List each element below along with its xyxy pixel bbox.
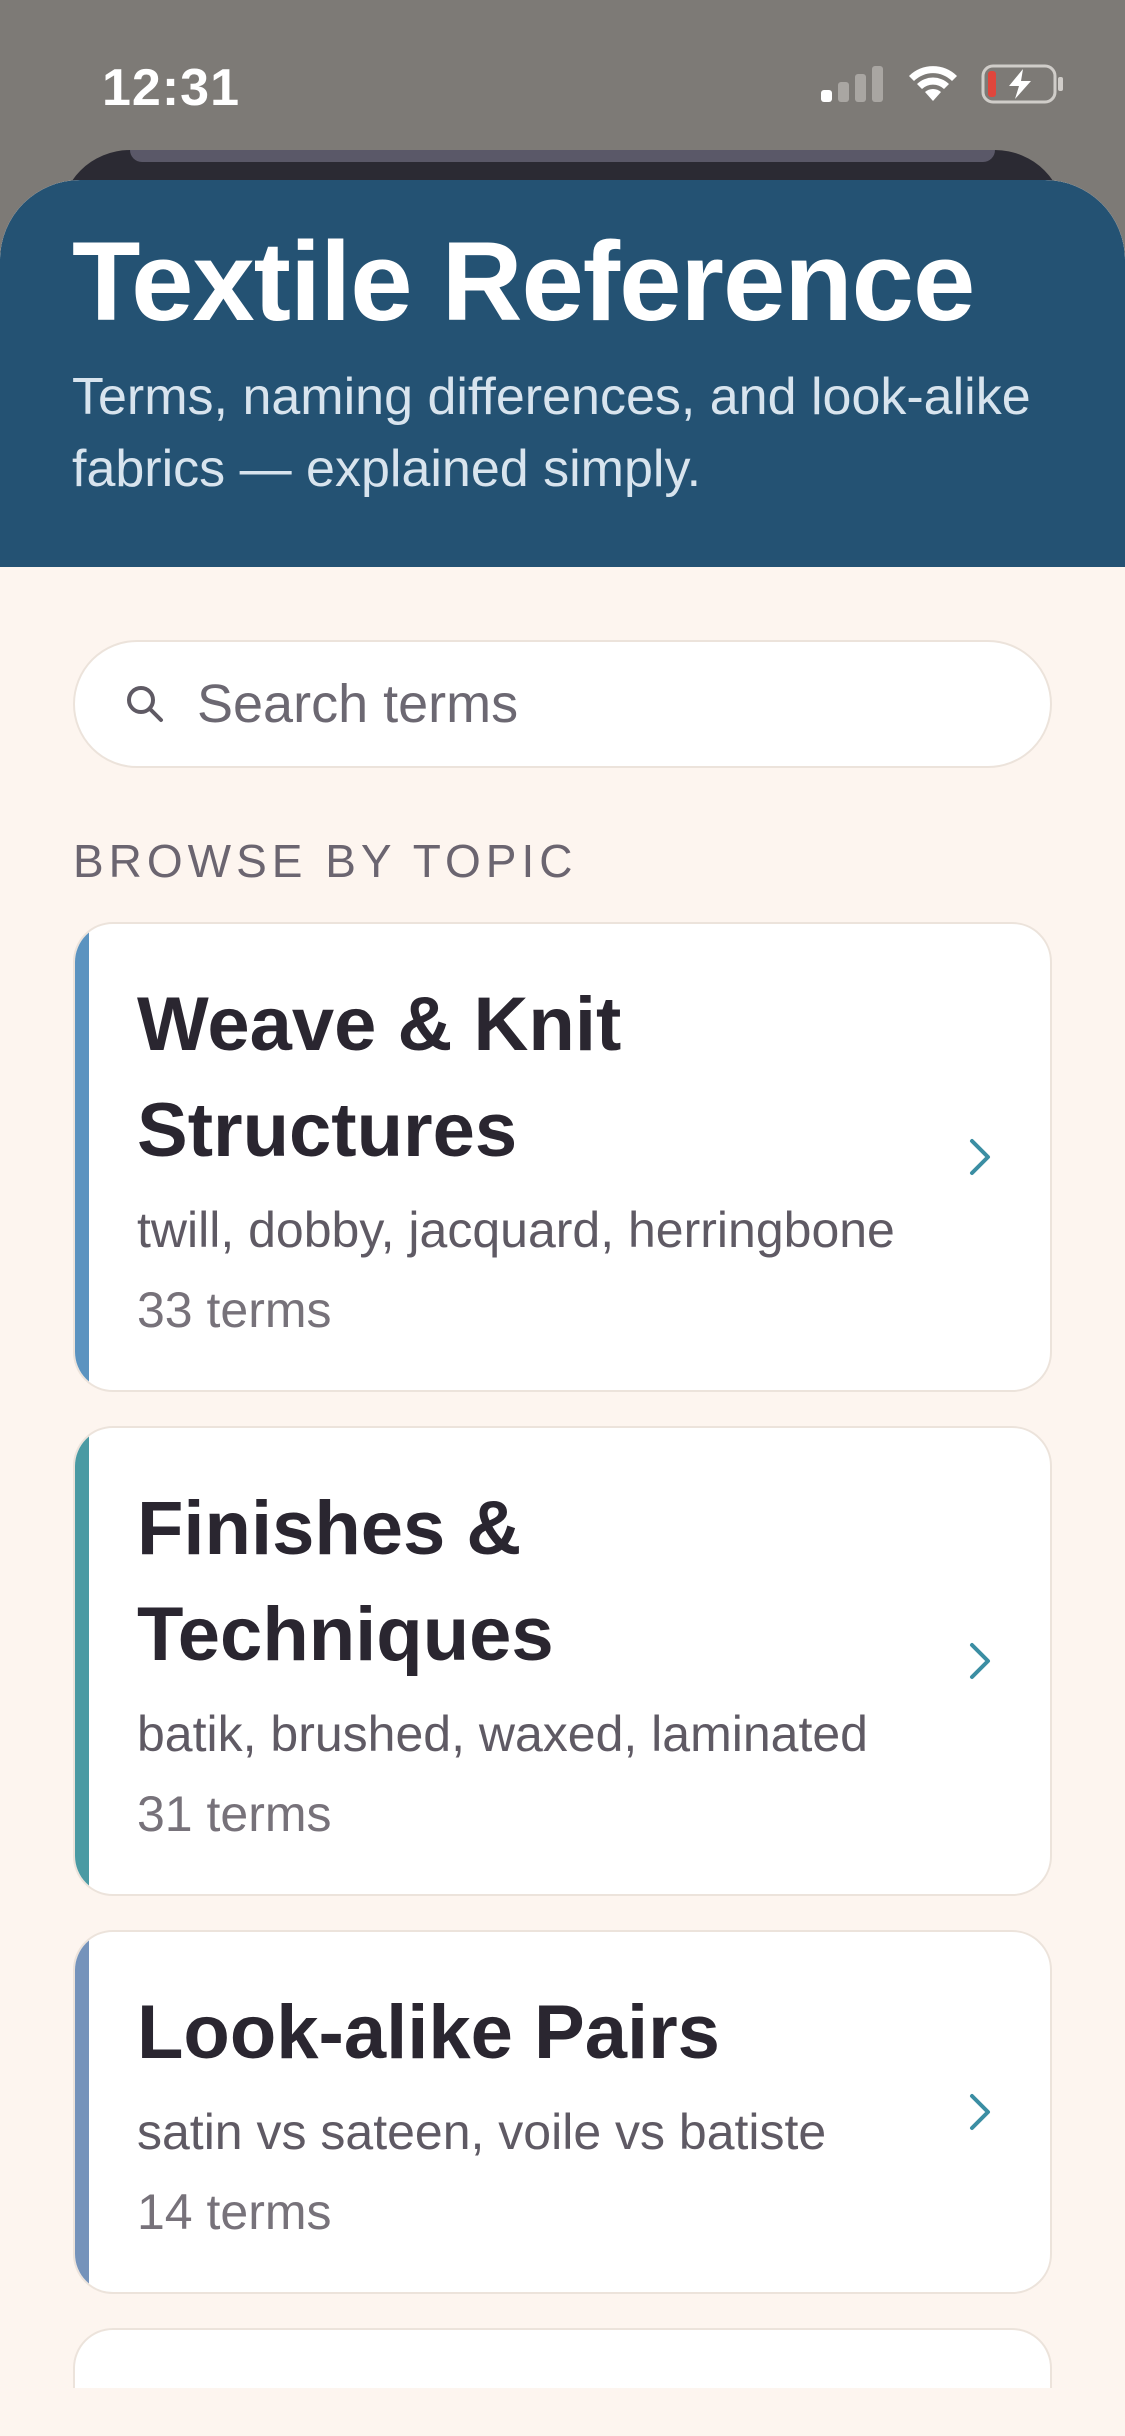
status-icons <box>821 64 1065 104</box>
main-sheet: Textile Reference Terms, naming differen… <box>0 180 1125 2436</box>
topic-examples: twill, dobby, jacquard, herringbone <box>137 1202 895 1258</box>
topic-title: Weave & Knit Structures <box>137 982 622 1173</box>
search-input[interactable] <box>197 673 997 735</box>
card-accent-bar <box>75 924 89 1390</box>
page-subtitle: Terms, naming differences, and look-alik… <box>72 368 1031 499</box>
topic-card-finishes-techniques[interactable]: Finishes & Techniques batik, brushed, wa… <box>73 1426 1052 1896</box>
content: BROWSE BY TOPIC Weave & Knit Structures … <box>0 640 1125 2388</box>
battery-charging-icon <box>981 64 1063 104</box>
section-label: BROWSE BY TOPIC <box>73 835 578 887</box>
search-bar[interactable] <box>73 640 1052 768</box>
card-accent-bar <box>75 1428 89 1894</box>
page-title: Textile Reference <box>72 219 975 344</box>
cellular-signal-icon <box>821 66 883 102</box>
topic-term-count: 14 terms <box>137 2184 332 2240</box>
wifi-icon <box>909 66 957 101</box>
header: Textile Reference Terms, naming differen… <box>0 180 1125 567</box>
chevron-right-icon <box>970 1643 990 1679</box>
topic-title: Finishes & Techniques <box>137 1486 554 1677</box>
topic-card-look-alike-pairs[interactable]: Look-alike Pairs satin vs sateen, voile … <box>73 1930 1052 2294</box>
topic-term-count: 31 terms <box>137 1786 332 1842</box>
card-accent-bar <box>75 1932 89 2292</box>
topic-title: Look-alike Pairs <box>137 1990 720 2075</box>
topic-term-count: 33 terms <box>137 1282 332 1338</box>
chevron-right-icon <box>970 1139 990 1175</box>
topic-card-partial[interactable] <box>73 2328 1052 2388</box>
topic-card-weave-knit[interactable]: Weave & Knit Structures twill, dobby, ja… <box>73 922 1052 1392</box>
topic-examples: batik, brushed, waxed, laminated <box>137 1706 868 1762</box>
topic-examples: satin vs sateen, voile vs batiste <box>137 2104 827 2160</box>
search-icon <box>127 686 163 722</box>
status-time: 12:31 <box>102 59 240 117</box>
chevron-right-icon <box>970 2094 990 2130</box>
